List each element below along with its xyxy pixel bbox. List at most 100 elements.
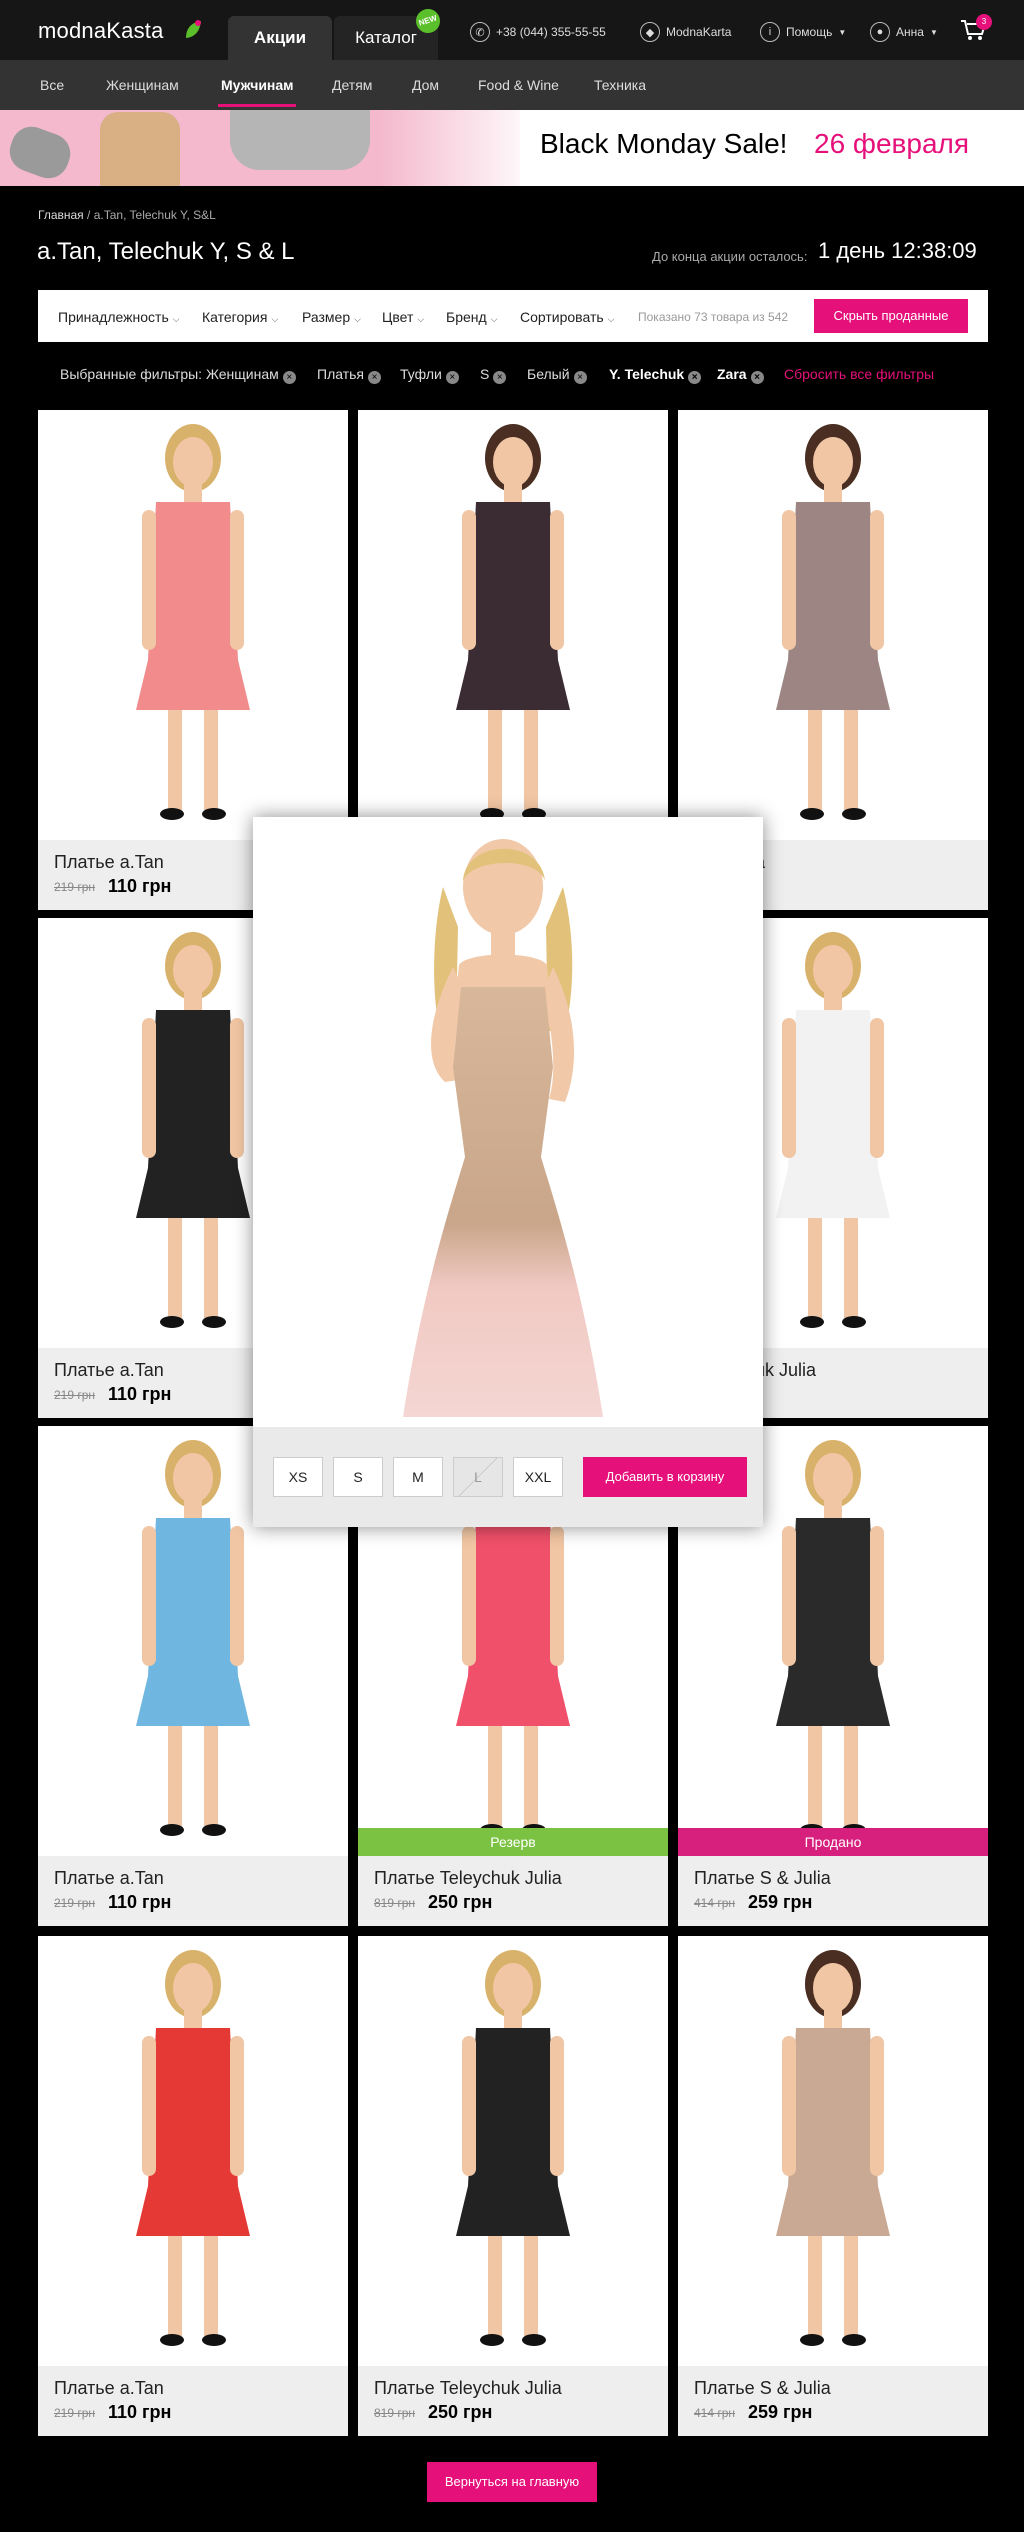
size-option-xxl[interactable]: XXL — [513, 1457, 563, 1497]
product-card[interactable]: Платье a.Tan 219 грн 110 грн — [38, 1936, 348, 2436]
close-icon: × — [282, 371, 296, 384]
product-image[interactable] — [358, 1936, 668, 2366]
promo-banner[interactable]: Black Monday Sale! 26 февраля — [0, 110, 1024, 186]
chevron-down-icon: ⌵ — [354, 314, 361, 324]
banner-title: Black Monday Sale! — [540, 128, 788, 159]
product-name[interactable]: Платье Teleychuk Julia — [374, 1868, 562, 1889]
product-info[interactable]: Платье Teleychuk Julia 819 грн 250 грн — [358, 1856, 668, 1926]
product-info[interactable]: Платье a.Tan 219 грн 110 грн — [38, 2366, 348, 2436]
product-name[interactable]: Платье a.Tan — [54, 1360, 164, 1381]
size-option-xs[interactable]: XS — [273, 1457, 323, 1497]
selected-filters-label: Выбранные фильтры: — [60, 366, 203, 382]
logo[interactable]: modnaKasta — [38, 18, 164, 44]
product-image[interactable] — [358, 410, 668, 840]
filter-chip[interactable]: Белый × — [527, 366, 587, 384]
close-icon: × — [573, 371, 587, 384]
filter-sort[interactable]: Сортировать ⌵ — [520, 309, 614, 325]
category-nav: Все Женщинам Мужчинам Детям Дом Food & W… — [0, 60, 1024, 110]
banner-fade — [380, 110, 540, 186]
product-name[interactable]: Платье S & Julia — [694, 1868, 831, 1889]
leaf-icon — [186, 20, 201, 38]
product-image[interactable] — [38, 410, 348, 840]
nav-item-kids[interactable]: Детям — [332, 77, 372, 93]
product-name[interactable]: Платье a.Tan — [54, 1868, 164, 1889]
shown-count: Показано 73 товара из 542 — [638, 310, 789, 324]
quick-view-image[interactable] — [253, 817, 763, 1427]
nav-item-tech[interactable]: Техника — [594, 77, 646, 93]
product-old-price: 819 грн — [374, 1896, 416, 1910]
chevron-down-icon: ⌵ — [417, 314, 425, 324]
status-badge: Резерв — [358, 1828, 668, 1856]
filter-chip[interactable]: S × — [480, 366, 507, 384]
phone-link[interactable]: ✆ +38 (044) 355-55-55 — [470, 22, 606, 42]
chevron-down-icon: ⌵ — [607, 314, 615, 324]
filter-brand[interactable]: Бренд ⌵ — [446, 309, 498, 325]
filter-chip[interactable]: Zara × — [717, 366, 764, 384]
modnakarta-link[interactable]: ◆ ModnaKarta — [640, 22, 731, 42]
product-name[interactable]: Платье S & Julia — [694, 2378, 831, 2399]
user-menu[interactable]: ● Анна ▼ — [870, 22, 938, 42]
filter-bar: Принадлежность ⌵ Категория ⌵ Размер ⌵ Цвет ⌵… — [38, 290, 988, 342]
nav-item-all[interactable]: Все — [40, 77, 64, 93]
product-price: 110 грн — [108, 2402, 172, 2422]
close-icon: × — [750, 371, 764, 384]
chevron-down-icon: ▼ — [838, 27, 847, 37]
close-icon: × — [493, 371, 507, 384]
back-to-home-button[interactable]: Вернуться на главную — [427, 2462, 597, 2502]
size-option-m[interactable]: M — [393, 1457, 443, 1497]
product-info[interactable]: Платье a.Tan 219 грн 110 грн — [38, 1856, 348, 1926]
filter-color[interactable]: Цвет ⌵ — [382, 309, 424, 325]
product-name[interactable]: Платье a.Tan — [54, 852, 164, 873]
product-price: 259 грн — [748, 2402, 813, 2422]
breadcrumb-home[interactable]: Главная — [38, 208, 84, 222]
filter-category[interactable]: Категория ⌵ — [202, 309, 278, 325]
product-price: 110 грн — [108, 1892, 172, 1912]
breadcrumb-separator: / — [87, 208, 91, 222]
tab-actions[interactable]: Акции — [228, 16, 332, 60]
product-image[interactable] — [38, 1936, 348, 2366]
info-icon: i — [760, 22, 780, 42]
product-info[interactable]: Платье S & Julia 414 грн 259 грн — [678, 1856, 988, 1926]
close-icon: × — [368, 371, 381, 384]
hide-sold-button[interactable]: Скрыть проданные — [814, 299, 968, 333]
product-old-price: 219 грн — [54, 1896, 96, 1910]
product-image[interactable] — [678, 410, 988, 840]
size-option-l-unavailable: L — [453, 1457, 503, 1497]
filter-chip[interactable]: Туфли × — [400, 366, 459, 384]
product-old-price: 819 грн — [374, 2406, 416, 2420]
reset-filters-link[interactable]: Сбросить все фильтры — [784, 366, 934, 382]
nav-item-home[interactable]: Дом — [412, 77, 439, 93]
phone-number: +38 (044) 355-55-55 — [496, 25, 606, 39]
filter-chip[interactable]: Y. Telechuk × — [609, 366, 702, 384]
product-info[interactable]: Платье Teleychuk Julia 819 грн 250 грн — [358, 2366, 668, 2436]
breadcrumb-current: a.Tan, Telechuk Y, S&L — [93, 208, 216, 222]
chevron-down-icon: ⌵ — [172, 314, 180, 324]
product-old-price: 219 грн — [54, 880, 96, 894]
product-card[interactable]: Платье S & Julia 414 грн 259 грн — [678, 1936, 988, 2436]
size-option-s[interactable]: S — [333, 1457, 383, 1497]
filter-chip[interactable]: Женщинам × — [206, 366, 296, 384]
user-icon: ● — [870, 22, 890, 42]
chevron-down-icon: ⌵ — [490, 314, 498, 324]
close-icon: × — [688, 371, 702, 384]
product-card[interactable]: Платье Teleychuk Julia 819 грн 250 грн — [358, 1936, 668, 2436]
product-name[interactable]: Платье Teleychuk Julia — [374, 2378, 562, 2399]
nav-item-women[interactable]: Женщинам — [106, 77, 179, 93]
nav-item-food-wine[interactable]: Food & Wine — [478, 77, 559, 93]
phone-icon: ✆ — [470, 22, 490, 42]
product-name[interactable]: Платье a.Tan — [54, 2378, 164, 2399]
filter-size[interactable]: Размер ⌵ — [302, 309, 361, 325]
banner-date: 26 февраля — [814, 128, 970, 159]
product-info[interactable]: Платье S & Julia 414 грн 259 грн — [678, 2366, 988, 2436]
active-nav-underline — [218, 104, 296, 107]
user-name: Анна — [896, 25, 924, 39]
product-price: 250 грн — [428, 2402, 493, 2422]
filter-ownership[interactable]: Принадлежность ⌵ — [58, 309, 180, 325]
help-menu[interactable]: i Помощь ▼ — [760, 22, 846, 42]
quick-view-actions: XS S M L XXL Добавить в корзину — [253, 1427, 763, 1527]
filter-chip[interactable]: Платья × — [317, 366, 381, 384]
product-image[interactable] — [678, 1936, 988, 2366]
add-to-cart-button[interactable]: Добавить в корзину — [583, 1457, 747, 1497]
nav-item-men[interactable]: Мужчинам — [221, 77, 294, 93]
quick-view-popup: XS S M L XXL Добавить в корзину — [253, 817, 763, 1527]
